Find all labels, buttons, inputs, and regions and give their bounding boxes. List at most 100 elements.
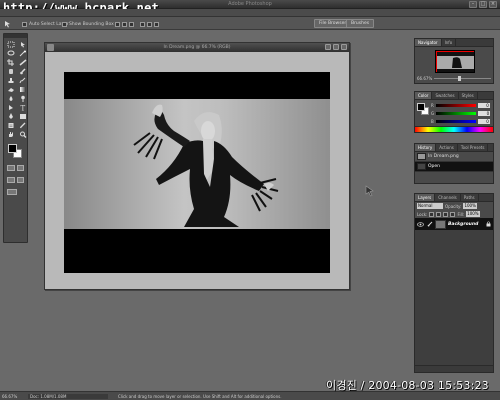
minimize-button[interactable]: – <box>469 1 477 8</box>
navigator-tabs: Navigator Info <box>415 39 493 47</box>
bounding-box-checkbox[interactable] <box>62 21 67 27</box>
opacity-label: Opacity: <box>445 203 462 209</box>
layers-footer <box>415 365 493 372</box>
photo-figure <box>64 99 330 229</box>
layers-tabs: Layers Channels Paths <box>415 194 493 202</box>
close-button[interactable]: × <box>489 1 497 8</box>
marquee-tool-icon[interactable] <box>6 40 16 48</box>
shape-tool-icon[interactable] <box>18 112 28 120</box>
hand-tool-icon[interactable] <box>6 130 16 138</box>
type-tool-icon[interactable]: T <box>18 103 28 111</box>
lock-position-icon[interactable] <box>443 211 449 217</box>
quick-mask-modes <box>4 162 27 174</box>
tab-info[interactable]: Info <box>442 39 457 46</box>
document-minimize-button[interactable] <box>325 44 331 50</box>
path-selection-tool-icon[interactable] <box>6 103 16 111</box>
navigator-zoom-thumb[interactable] <box>458 76 462 81</box>
tab-actions[interactable]: Actions <box>436 144 458 151</box>
full-screen-menu-icon[interactable] <box>16 177 24 183</box>
move-tool-icon <box>5 21 10 28</box>
status-zoom[interactable]: 66.67% <box>2 394 17 399</box>
eyedropper-tool-icon[interactable] <box>18 121 28 129</box>
align-bottom-icon[interactable] <box>129 21 134 27</box>
image-canvas[interactable] <box>64 72 330 273</box>
tab-navigator[interactable]: Navigator <box>415 39 442 46</box>
navigator-thumbnail[interactable] <box>435 50 475 73</box>
document-close-button[interactable] <box>341 44 347 50</box>
layer-row-background[interactable]: Background <box>415 218 493 230</box>
healing-brush-tool-icon[interactable] <box>6 67 16 75</box>
gradient-tool-icon[interactable] <box>18 85 28 93</box>
standard-screen-icon[interactable] <box>7 177 15 183</box>
dodge-tool-icon[interactable] <box>18 94 28 102</box>
status-doc-size[interactable]: Doc: 1.08M/1.08M <box>28 394 108 399</box>
zoom-tool-icon[interactable] <box>18 130 28 138</box>
align-right-icon[interactable] <box>154 21 159 27</box>
brushes-tab[interactable]: Brushes <box>346 19 375 28</box>
standard-mode-icon[interactable] <box>7 165 15 171</box>
blend-mode-select[interactable]: Normal <box>417 203 443 209</box>
document-maximize-button[interactable] <box>333 44 339 50</box>
show-bounding-box-option[interactable]: Show Bounding Box <box>62 20 114 28</box>
blue-slider[interactable] <box>435 119 476 123</box>
layer-name: Background <box>448 221 479 227</box>
eye-icon[interactable] <box>417 221 424 228</box>
auto-select-checkbox[interactable] <box>22 21 27 27</box>
blur-tool-icon[interactable] <box>6 94 16 102</box>
color-fg-swatch[interactable] <box>417 103 425 111</box>
red-value[interactable]: 0 <box>477 102 490 108</box>
tab-paths[interactable]: Paths <box>461 194 479 201</box>
align-middle-icon[interactable] <box>122 21 127 27</box>
green-slider[interactable] <box>436 111 477 115</box>
color-ramp[interactable] <box>414 126 494 133</box>
history-state-row[interactable]: Open <box>415 162 493 172</box>
navigator-zoom-slider[interactable] <box>434 76 491 81</box>
tab-styles[interactable]: Styles <box>459 92 478 99</box>
imageready-jump-icon[interactable] <box>7 189 17 195</box>
maximize-button[interactable]: □ <box>479 1 487 8</box>
move-tool-preset[interactable] <box>4 20 13 28</box>
eraser-tool-icon[interactable] <box>6 85 16 93</box>
lock-pixels-icon[interactable] <box>436 211 442 217</box>
green-label: G <box>431 110 435 116</box>
document-title-bar[interactable]: In Dream.png @ 66.7% (RGB) <box>45 43 349 52</box>
slice-tool-icon[interactable] <box>18 58 28 66</box>
fill-field[interactable]: 100% <box>466 211 481 217</box>
tab-color[interactable]: Color <box>415 92 433 99</box>
mouse-cursor-icon <box>365 185 374 197</box>
brush-tool-icon[interactable] <box>18 67 28 75</box>
tab-channels[interactable]: Channels <box>435 194 461 201</box>
opacity-field[interactable]: 100% <box>463 203 478 209</box>
history-brush-tool-icon[interactable] <box>18 76 28 84</box>
align-left-icon[interactable] <box>140 21 145 27</box>
blue-value[interactable]: 0 <box>477 118 490 124</box>
align-top-icon[interactable] <box>115 21 120 27</box>
green-value[interactable]: 0 <box>478 110 491 116</box>
tab-tool-presets[interactable]: Tool Presets <box>458 144 489 151</box>
tab-history[interactable]: History <box>415 144 437 151</box>
tab-swatches[interactable]: Swatches <box>432 92 459 99</box>
notes-tool-icon[interactable] <box>6 121 16 129</box>
red-slider[interactable] <box>435 103 476 107</box>
document-window-controls <box>325 44 347 50</box>
lock-transparency-icon[interactable] <box>429 211 435 217</box>
pen-tool-icon[interactable] <box>6 112 16 120</box>
clone-stamp-tool-icon[interactable] <box>6 76 16 84</box>
align-center-icon[interactable] <box>147 21 152 27</box>
move-tool-icon[interactable] <box>18 40 28 48</box>
blue-channel-row: B 0 <box>431 118 490 124</box>
history-snapshot-row[interactable]: In Dream.png <box>415 152 493 162</box>
red-label: R <box>431 102 434 108</box>
brush-link-icon[interactable] <box>426 221 433 228</box>
layer-thumbnail <box>435 219 446 229</box>
lasso-tool-icon[interactable] <box>6 49 16 57</box>
magic-wand-tool-icon[interactable] <box>18 49 28 57</box>
navigator-zoom-value[interactable]: 66.67% <box>417 76 432 81</box>
quick-mask-mode-icon[interactable] <box>16 165 24 171</box>
crop-tool-icon[interactable] <box>6 58 16 66</box>
navigator-view-box[interactable] <box>436 51 474 72</box>
tab-layers[interactable]: Layers <box>415 194 436 201</box>
lock-all-icon[interactable] <box>450 211 456 217</box>
foreground-color-swatch[interactable] <box>8 144 17 153</box>
green-channel-row: G 0 <box>431 110 491 116</box>
